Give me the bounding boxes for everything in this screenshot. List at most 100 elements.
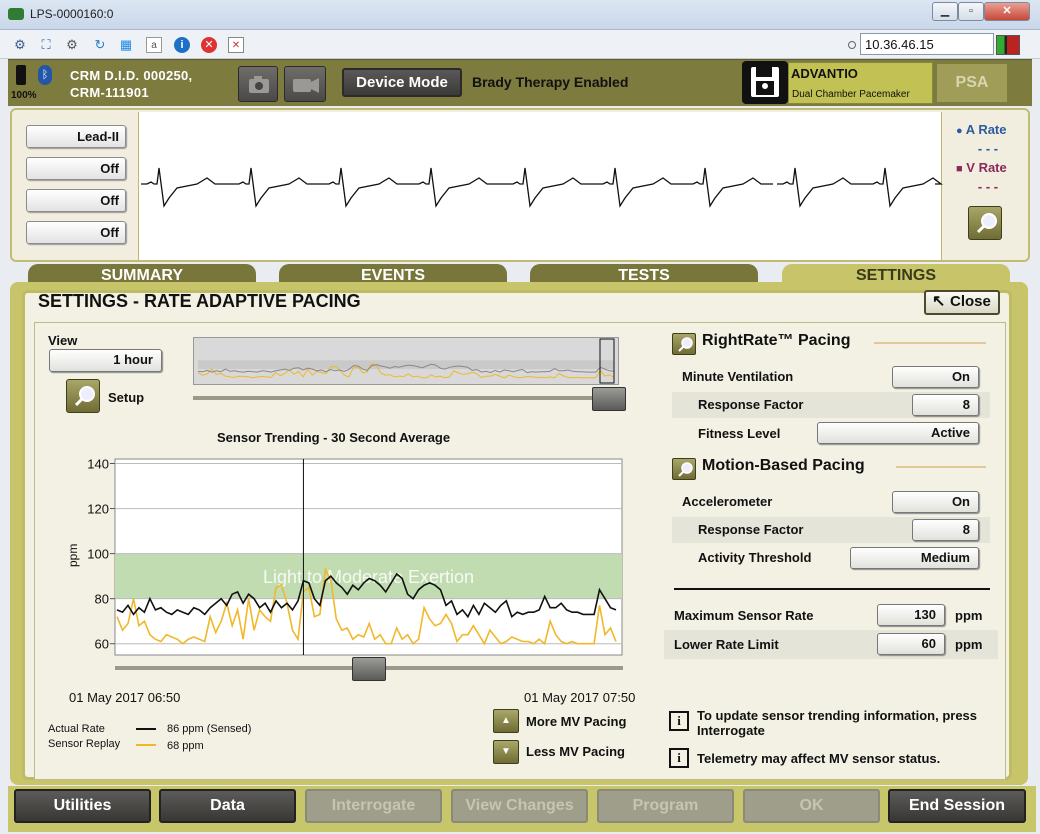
program-button[interactable]: Program bbox=[597, 789, 734, 823]
rightrate-response-factor-value[interactable]: 8 bbox=[912, 394, 979, 416]
device-mode-button[interactable]: Device Mode bbox=[342, 68, 462, 97]
bottom-bar: Utilities Data Interrogate View Changes … bbox=[8, 786, 1036, 832]
accelerometer-row: Accelerometer On bbox=[672, 489, 990, 515]
close-label: Close bbox=[950, 293, 991, 310]
view-changes-button[interactable]: View Changes bbox=[451, 789, 588, 823]
y-tick-label: 100 bbox=[87, 547, 109, 562]
motion-title: Motion-Based Pacing bbox=[702, 457, 865, 474]
setup-button[interactable] bbox=[66, 379, 100, 413]
motion-response-factor-value[interactable]: 8 bbox=[912, 519, 979, 541]
fitness-level-label: Fitness Level bbox=[698, 426, 781, 441]
data-button[interactable]: Data bbox=[159, 789, 296, 823]
stop-icon[interactable]: ✕ bbox=[201, 37, 217, 53]
info-telemetry: Telemetry may affect MV sensor status. bbox=[697, 751, 941, 766]
video-camera-icon bbox=[293, 78, 319, 93]
keyboard-icon[interactable]: a bbox=[146, 37, 162, 53]
max-sensor-rate-row: Maximum Sensor Rate 130 ppm bbox=[664, 602, 998, 628]
chart-scroll-handle[interactable] bbox=[352, 657, 386, 681]
lead-selector-3[interactable]: Off bbox=[26, 189, 126, 212]
less-mv-label: Less MV Pacing bbox=[526, 744, 625, 759]
save-session-button[interactable] bbox=[742, 61, 788, 104]
y-tick-label: 60 bbox=[95, 637, 109, 652]
psa-button[interactable]: PSA bbox=[937, 64, 1007, 102]
ok-button[interactable]: OK bbox=[743, 789, 880, 823]
battery-level: 100% bbox=[11, 90, 37, 101]
camera-button[interactable] bbox=[238, 66, 278, 102]
lower-rate-limit-value[interactable]: 60 bbox=[877, 633, 945, 655]
end-time: 01 May 2017 07:50 bbox=[524, 690, 636, 705]
exertion-band-label: Light to Moderate Exertion bbox=[263, 567, 474, 587]
setup-label: Setup bbox=[108, 390, 145, 405]
device-header: ᛒ 100% CRM D.I.D. 000250, CRM-111901 Dev… bbox=[8, 59, 1032, 106]
max-sensor-rate-value[interactable]: 130 bbox=[877, 604, 945, 626]
document-close-icon[interactable]: ✕ bbox=[228, 37, 244, 53]
activity-threshold-value[interactable]: Medium bbox=[850, 547, 979, 569]
info-icon: i bbox=[669, 711, 689, 731]
section-divider bbox=[874, 342, 986, 344]
settings-title: SETTINGS - RATE ADAPTIVE PACING bbox=[38, 291, 361, 311]
lead-selector-4[interactable]: Off bbox=[26, 221, 126, 244]
rightrate-details-button[interactable] bbox=[672, 333, 696, 355]
view-label: View bbox=[48, 333, 78, 348]
legend-values: 86 ppm (Sensed) 68 ppm bbox=[167, 721, 251, 755]
less-mv-button[interactable]: ▼ bbox=[493, 740, 519, 764]
lead-selector-1[interactable]: Lead-II bbox=[26, 125, 126, 148]
close-settings-button[interactable]: ↖ Close bbox=[924, 290, 1000, 315]
utilities-button[interactable]: Utilities bbox=[14, 789, 151, 823]
device-name: ADVANTIO bbox=[791, 66, 858, 81]
close-window-button[interactable]: ✕ bbox=[984, 2, 1030, 21]
info-icon: i bbox=[669, 748, 689, 768]
magnifier-icon bbox=[976, 213, 997, 234]
overview-trend bbox=[197, 338, 615, 384]
y-tick-label: 140 bbox=[87, 457, 109, 472]
refresh-icon[interactable]: ↻ bbox=[92, 37, 108, 53]
chart-title: Sensor Trending - 30 Second Average bbox=[217, 430, 451, 445]
ecg-waveform bbox=[141, 167, 943, 208]
ecg-trace-area bbox=[138, 112, 943, 260]
accelerometer-label: Accelerometer bbox=[682, 494, 773, 509]
device-type: Dual Chamber Pacemaker bbox=[792, 89, 910, 100]
ip-address-field[interactable]: 10.36.46.15 bbox=[860, 33, 994, 55]
activity-threshold-label: Activity Threshold bbox=[698, 550, 812, 565]
minimize-button[interactable]: ▁ bbox=[932, 2, 958, 21]
title-bar: LPS-0000160:0 ▁ ▫ ✕ bbox=[0, 0, 1040, 30]
lower-rate-limit-row: Lower Rate Limit 60 ppm bbox=[664, 630, 998, 659]
activity-threshold-row: Activity Threshold Medium bbox=[672, 545, 990, 571]
fitness-level-value[interactable]: Active bbox=[817, 422, 979, 444]
a-rate-label: ● A Rate bbox=[956, 122, 1007, 137]
a-rate-value: - - - bbox=[977, 141, 999, 156]
maximize-button[interactable]: ▫ bbox=[958, 2, 984, 21]
therapy-status: Brady Therapy Enabled bbox=[472, 74, 629, 90]
sensor-trend-chart[interactable]: Light to Moderate Exertion 60 80 100 120 140 p… bbox=[60, 452, 640, 687]
info-icon[interactable]: i bbox=[174, 37, 190, 53]
gear-icon[interactable]: ⚙ bbox=[64, 37, 80, 53]
windows-icon[interactable]: ▦ bbox=[118, 37, 134, 53]
y-tick-label: 120 bbox=[87, 502, 109, 517]
accelerometer-value[interactable]: On bbox=[892, 491, 979, 513]
ecg-zoom-button[interactable] bbox=[968, 206, 1002, 240]
start-time: 01 May 2017 06:50 bbox=[69, 690, 181, 705]
floppy-disk-icon bbox=[751, 67, 779, 97]
more-mv-button[interactable]: ▲ bbox=[493, 709, 519, 733]
legend-replay-swatch bbox=[136, 744, 156, 746]
motion-response-factor-label: Response Factor bbox=[698, 522, 804, 537]
interrogate-button[interactable]: Interrogate bbox=[305, 789, 442, 823]
motion-details-button[interactable] bbox=[672, 458, 696, 480]
overview-scrollbar[interactable] bbox=[193, 396, 619, 400]
magnifier-icon bbox=[678, 462, 693, 477]
fullscreen-icon[interactable]: ⛶ bbox=[38, 37, 54, 53]
lead-selector-2[interactable]: Off bbox=[26, 157, 126, 180]
ecg-panel: Lead-II Off Off Off ● A Rate - - - ■ V R… bbox=[10, 108, 1030, 262]
bluetooth-icon: ᛒ bbox=[38, 65, 52, 85]
end-session-button[interactable]: End Session bbox=[888, 789, 1026, 823]
view-selector[interactable]: 1 hour bbox=[49, 349, 162, 372]
network-icon[interactable]: ⚙ bbox=[12, 37, 28, 53]
minute-ventilation-value[interactable]: On bbox=[892, 366, 979, 388]
overview-scroll-handle[interactable] bbox=[592, 387, 626, 411]
video-button[interactable] bbox=[284, 66, 326, 102]
legend-actual-rate: Actual Rate bbox=[48, 723, 105, 735]
info-interrogate: To update sensor trending information, p… bbox=[697, 708, 978, 738]
overview-strip[interactable] bbox=[193, 337, 619, 385]
rightrate-response-factor-label: Response Factor bbox=[698, 397, 804, 412]
ppm-unit: ppm bbox=[955, 608, 983, 623]
